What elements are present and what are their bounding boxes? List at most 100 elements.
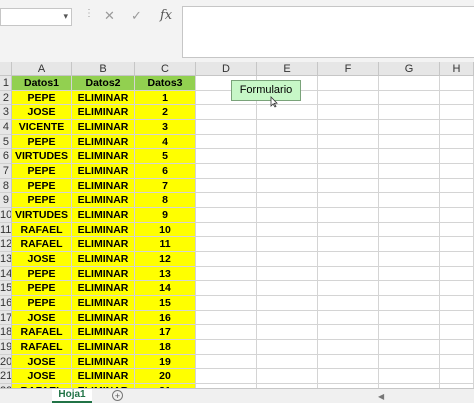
empty-cell[interactable]: [318, 105, 379, 120]
row-header[interactable]: 9: [0, 193, 12, 208]
formula-input[interactable]: [182, 6, 474, 58]
empty-cell[interactable]: [257, 178, 318, 194]
data-cell[interactable]: PEPE: [12, 163, 72, 179]
empty-cell[interactable]: [318, 266, 379, 282]
empty-cell[interactable]: [318, 251, 379, 267]
empty-cell[interactable]: [318, 134, 379, 150]
row-header[interactable]: 5: [0, 134, 12, 150]
row-header[interactable]: 12: [0, 237, 12, 252]
row-header[interactable]: 2: [0, 90, 12, 106]
data-cell[interactable]: 5: [135, 149, 196, 164]
empty-cell[interactable]: [196, 281, 257, 296]
data-cell[interactable]: 6: [135, 163, 196, 179]
column-header-a[interactable]: A: [12, 62, 72, 76]
data-cell[interactable]: 4: [135, 134, 196, 150]
empty-cell[interactable]: [318, 369, 379, 384]
data-cell[interactable]: ELIMINAR: [72, 251, 135, 267]
empty-cell[interactable]: [257, 237, 318, 252]
column-header-d[interactable]: D: [196, 62, 257, 76]
row-header[interactable]: 13: [0, 251, 12, 267]
empty-cell[interactable]: [196, 251, 257, 267]
empty-cell[interactable]: [196, 134, 257, 150]
data-cell[interactable]: 16: [135, 310, 196, 326]
data-cell[interactable]: 12: [135, 251, 196, 267]
data-cell[interactable]: VIRTUDES: [12, 207, 72, 223]
empty-cell[interactable]: [196, 310, 257, 326]
empty-cell[interactable]: [379, 266, 440, 282]
empty-cell[interactable]: [379, 105, 440, 120]
data-cell[interactable]: ELIMINAR: [72, 295, 135, 311]
empty-cell[interactable]: [440, 369, 474, 384]
data-cell[interactable]: 14: [135, 281, 196, 296]
empty-cell[interactable]: [318, 119, 379, 135]
empty-cell[interactable]: [440, 251, 474, 267]
data-cell[interactable]: 10: [135, 222, 196, 238]
data-cell[interactable]: PEPE: [12, 90, 72, 106]
data-cell[interactable]: ELIMINAR: [72, 354, 135, 370]
empty-cell[interactable]: [379, 339, 440, 355]
empty-cell[interactable]: [196, 325, 257, 340]
data-cell[interactable]: VICENTE: [12, 119, 72, 135]
empty-cell[interactable]: [379, 134, 440, 150]
empty-cell[interactable]: [196, 193, 257, 208]
data-cell[interactable]: RAFAEL: [12, 325, 72, 340]
plus-circle-icon[interactable]: +: [112, 390, 123, 401]
empty-cell[interactable]: [196, 105, 257, 120]
insert-function-icon[interactable]: fx: [160, 8, 172, 23]
empty-cell[interactable]: [257, 134, 318, 150]
empty-cell[interactable]: [440, 281, 474, 296]
empty-cell[interactable]: [440, 325, 474, 340]
empty-cell[interactable]: [257, 163, 318, 179]
empty-cell[interactable]: [318, 207, 379, 223]
empty-cell[interactable]: [379, 119, 440, 135]
select-all-corner[interactable]: [0, 62, 12, 76]
row-header[interactable]: 10: [0, 207, 12, 223]
empty-cell[interactable]: [379, 149, 440, 164]
data-cell[interactable]: ELIMINAR: [72, 134, 135, 150]
empty-cell[interactable]: [379, 251, 440, 267]
data-cell[interactable]: RAFAEL: [12, 222, 72, 238]
row-header[interactable]: 19: [0, 339, 12, 355]
column-header-h[interactable]: H: [440, 62, 474, 76]
header-cell[interactable]: Datos1: [12, 76, 72, 91]
row-header[interactable]: 11: [0, 222, 12, 238]
data-cell[interactable]: ELIMINAR: [72, 119, 135, 135]
empty-cell[interactable]: [257, 105, 318, 120]
enter-icon[interactable]: ✓: [131, 8, 142, 24]
data-cell[interactable]: RAFAEL: [12, 339, 72, 355]
data-cell[interactable]: ELIMINAR: [72, 222, 135, 238]
data-cell[interactable]: ELIMINAR: [72, 237, 135, 252]
empty-cell[interactable]: [257, 339, 318, 355]
data-cell[interactable]: ELIMINAR: [72, 207, 135, 223]
empty-cell[interactable]: [440, 222, 474, 238]
empty-cell[interactable]: [318, 310, 379, 326]
empty-cell[interactable]: [257, 325, 318, 340]
row-header[interactable]: 8: [0, 178, 12, 194]
sheet-tab-hoja1[interactable]: Hoja1: [52, 389, 92, 403]
data-cell[interactable]: 8: [135, 193, 196, 208]
empty-cell[interactable]: [318, 163, 379, 179]
empty-cell[interactable]: [379, 281, 440, 296]
empty-cell[interactable]: [318, 90, 379, 106]
empty-cell[interactable]: [440, 295, 474, 311]
data-cell[interactable]: 2: [135, 105, 196, 120]
data-cell[interactable]: JOSE: [12, 251, 72, 267]
empty-cell[interactable]: [257, 295, 318, 311]
data-cell[interactable]: JOSE: [12, 369, 72, 384]
empty-cell[interactable]: [318, 76, 379, 91]
header-cell[interactable]: Datos3: [135, 76, 196, 91]
empty-cell[interactable]: [379, 369, 440, 384]
empty-cell[interactable]: [196, 119, 257, 135]
empty-cell[interactable]: [440, 163, 474, 179]
empty-cell[interactable]: [440, 266, 474, 282]
empty-cell[interactable]: [196, 207, 257, 223]
empty-cell[interactable]: [440, 134, 474, 150]
row-header[interactable]: 17: [0, 310, 12, 326]
empty-cell[interactable]: [196, 149, 257, 164]
empty-cell[interactable]: [196, 369, 257, 384]
empty-cell[interactable]: [257, 149, 318, 164]
empty-cell[interactable]: [318, 193, 379, 208]
data-cell[interactable]: 20: [135, 369, 196, 384]
empty-cell[interactable]: [379, 90, 440, 106]
empty-cell[interactable]: [196, 178, 257, 194]
